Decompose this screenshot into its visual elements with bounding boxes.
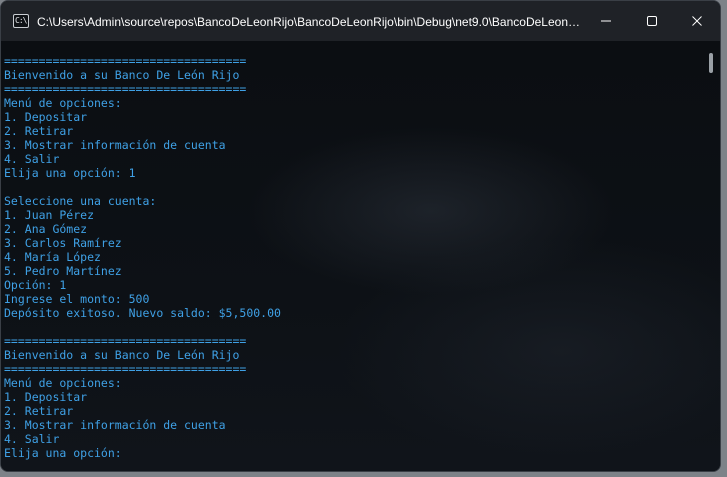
maximize-button[interactable] xyxy=(629,1,675,41)
console-line: 2. Retirar xyxy=(4,124,74,138)
console-line: =================================== xyxy=(4,334,247,348)
console-line: =================================== xyxy=(4,362,247,376)
window-title: C:\Users\Admin\source\repos\BancoDeLeonR… xyxy=(37,15,585,29)
console-line: Bienvenido a su Banco De León Rijo xyxy=(4,68,240,82)
vertical-scrollbar-thumb[interactable] xyxy=(709,53,713,73)
console-line: 2. Ana Gómez xyxy=(4,222,88,236)
console-output-area[interactable]: =================================== Bienv… xyxy=(1,41,720,471)
console-line: 3. Carlos Ramírez xyxy=(4,236,122,250)
console-line: 4. Salir xyxy=(4,152,60,166)
console-line: Opción: 1 xyxy=(4,278,67,292)
maximize-icon xyxy=(647,16,657,26)
app-icon-glyph: C:\ xyxy=(15,16,27,25)
console-line: =================================== xyxy=(4,82,247,96)
console-line: 1. Juan Pérez xyxy=(4,208,95,222)
console-output: =================================== Bienv… xyxy=(4,54,694,460)
console-line: Elija una opción: 1 xyxy=(4,166,136,180)
console-line: 3. Mostrar información de cuenta xyxy=(4,418,226,432)
console-line: Ingrese el monto: 500 xyxy=(4,292,150,306)
console-line: 3. Mostrar información de cuenta xyxy=(4,138,226,152)
title-bar[interactable]: C:\ C:\Users\Admin\source\repos\BancoDeL… xyxy=(1,1,720,41)
close-icon xyxy=(692,16,702,26)
console-line: Depósito exitoso. Nuevo saldo: $5,500.00 xyxy=(4,306,281,320)
console-app-icon: C:\ xyxy=(13,14,29,28)
close-button[interactable] xyxy=(674,1,720,41)
minimize-icon xyxy=(601,20,611,22)
console-line: =================================== xyxy=(4,54,247,68)
console-line: 1. Depositar xyxy=(4,390,88,404)
console-line: 2. Retirar xyxy=(4,404,74,418)
console-line: Elija una opción: xyxy=(4,446,122,460)
console-line: Seleccione una cuenta: xyxy=(4,194,157,208)
console-window: C:\ C:\Users\Admin\source\repos\BancoDeL… xyxy=(0,0,721,472)
console-line: 4. María López xyxy=(4,250,101,264)
minimize-button[interactable] xyxy=(583,1,629,41)
console-line: 1. Depositar xyxy=(4,110,88,124)
console-line: Menú de opciones: xyxy=(4,376,122,390)
console-line: Bienvenido a su Banco De León Rijo xyxy=(4,348,240,362)
console-line: 5. Pedro Martínez xyxy=(4,264,122,278)
console-line: 4. Salir xyxy=(4,432,60,446)
console-line: Menú de opciones: xyxy=(4,96,122,110)
